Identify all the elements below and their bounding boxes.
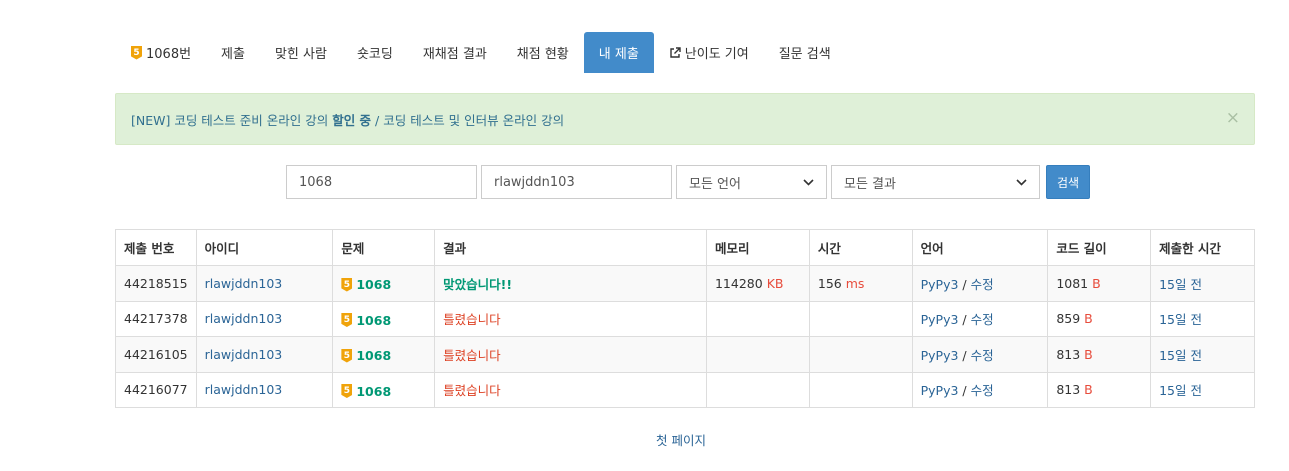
problem-number: 1068: [356, 312, 392, 328]
language-select[interactable]: 모든 언어: [676, 165, 827, 199]
header-problem: 문제: [332, 229, 436, 266]
submitted-time-link[interactable]: 15일 전: [1159, 277, 1202, 292]
table-row: 44216105 rlawjddn103 5 1068 틀렸습니다 PyPy3 / 수정…: [115, 336, 1255, 373]
header-user-id: 아이디: [195, 229, 334, 266]
user-link[interactable]: rlawjddn103: [205, 347, 283, 362]
alert-text-prefix: [NEW] 코딩 테스트 준비 온라인 강의: [131, 112, 333, 128]
language-link[interactable]: PyPy3: [921, 312, 959, 327]
tab-short-coding[interactable]: 숏코딩: [342, 32, 408, 73]
submitted-time-link[interactable]: 15일 전: [1159, 348, 1202, 363]
header-memory: 메모리: [705, 229, 810, 266]
code-length-unit: B: [1084, 382, 1093, 398]
header-language: 언어: [911, 229, 1049, 266]
header-submitted-time: 제출한 시간: [1150, 229, 1255, 266]
problem-number: 1068: [356, 383, 392, 399]
first-page-link[interactable]: 첫 페이지: [0, 430, 1289, 449]
submission-id: 44218515: [115, 265, 197, 302]
problem-id-input[interactable]: 1068: [286, 165, 477, 199]
code-length-unit: B: [1084, 311, 1093, 327]
tab-difficulty-contribution[interactable]: 난이도 기여: [654, 32, 764, 73]
tab-difficulty-label: 난이도 기여: [684, 47, 749, 62]
promo-alert: [NEW] 코딩 테스트 준비 온라인 강의 할인 중 / 코딩 테스트 및 인…: [115, 93, 1255, 145]
result-status: 틀렸습니다: [443, 347, 501, 363]
submission-id: 44216105: [115, 336, 197, 373]
search-button[interactable]: 검색: [1046, 165, 1090, 199]
header-result: 결과: [434, 229, 707, 266]
code-length-value: 1081: [1056, 275, 1089, 291]
tier-badge-icon: 5: [341, 384, 353, 398]
tab-rejudge-results[interactable]: 재채점 결과: [408, 32, 502, 73]
user-id-input[interactable]: rlawjddn103: [481, 165, 672, 199]
code-length-unit: B: [1092, 275, 1101, 291]
language-separator: /: [958, 276, 971, 292]
tab-judge-status[interactable]: 채점 현황: [502, 32, 584, 73]
chevron-down-icon: [1016, 178, 1027, 186]
memory-value: 114280: [714, 275, 763, 291]
time-value: 156: [817, 275, 842, 291]
tab-problem-label: 1068번: [146, 47, 192, 62]
tier-badge-icon: 5: [341, 348, 353, 363]
edit-link[interactable]: 수정: [971, 348, 994, 363]
problem-number: 1068: [356, 348, 392, 363]
tab-submit[interactable]: 제출: [206, 32, 260, 73]
tab-question-search[interactable]: 질문 검색: [764, 32, 846, 73]
result-status: 틀렸습니다: [443, 312, 501, 328]
submission-table: 제출 번호 아이디 문제 결과 메모리 시간 언어 코드 길이 제출한 시간 4…: [115, 229, 1255, 408]
problem-number: 1068: [356, 277, 392, 292]
memory-unit: KB: [766, 275, 784, 291]
tab-solved-users[interactable]: 맞힌 사람: [260, 32, 342, 73]
tier-badge-icon: 5: [131, 45, 142, 60]
table-row: 44218515 rlawjddn103 5 1068 맞았습니다!! 114280 KB…: [115, 265, 1255, 302]
submission-filter: 1068 rlawjddn103 모든 언어 모든 결과 검색: [286, 165, 1090, 199]
table-row: 44216077 rlawjddn103 5 1068 틀렸습니다 PyPy3 / 수정…: [115, 371, 1255, 408]
code-length-value: 813: [1056, 346, 1081, 362]
header-submission-id: 제출 번호: [115, 229, 197, 266]
alert-text-bold: 할인 중: [332, 112, 372, 128]
table-header-row: 제출 번호 아이디 문제 결과 메모리 시간 언어 코드 길이 제출한 시간: [115, 229, 1255, 266]
submitted-time-link[interactable]: 15일 전: [1159, 312, 1202, 327]
language-separator: /: [958, 347, 971, 363]
external-link-icon: [670, 46, 681, 58]
problem-link[interactable]: 5 1068: [341, 277, 391, 292]
edit-link[interactable]: 수정: [971, 277, 994, 292]
code-length-value: 813: [1056, 382, 1081, 398]
user-link[interactable]: rlawjddn103: [205, 276, 283, 291]
header-code-length: 코드 길이: [1047, 229, 1152, 266]
submission-id: 44216077: [115, 371, 197, 408]
edit-link[interactable]: 수정: [971, 383, 994, 398]
alert-text-suffix: / 코딩 테스트 및 인터뷰 온라인 강의: [371, 112, 565, 128]
time-unit: ms: [845, 275, 865, 291]
language-separator: /: [958, 383, 971, 399]
problem-link[interactable]: 5 1068: [341, 348, 391, 363]
table-row: 44217378 rlawjddn103 5 1068 틀렸습니다 PyPy3 / 수정…: [115, 300, 1255, 337]
tab-problem[interactable]: 5 1068번: [116, 32, 206, 73]
tier-badge-icon: 5: [341, 277, 353, 292]
chevron-down-icon: [803, 178, 814, 186]
header-time: 시간: [808, 229, 913, 266]
alert-link[interactable]: [NEW] 코딩 테스트 준비 온라인 강의 할인 중 / 코딩 테스트 및 인…: [131, 110, 564, 129]
language-select-value: 모든 언어: [689, 176, 741, 192]
close-icon[interactable]: ×: [1226, 108, 1240, 128]
language-link[interactable]: PyPy3: [921, 277, 959, 292]
submission-id: 44217378: [115, 300, 197, 337]
result-select[interactable]: 모든 결과: [831, 165, 1040, 199]
edit-link[interactable]: 수정: [971, 312, 994, 327]
language-link[interactable]: PyPy3: [921, 348, 959, 363]
language-link[interactable]: PyPy3: [921, 383, 959, 398]
user-link[interactable]: rlawjddn103: [205, 311, 283, 326]
tab-my-submissions[interactable]: 내 제출: [583, 32, 654, 73]
tier-badge-icon: 5: [341, 313, 353, 327]
problem-nav: 5 1068번 제출 맞힌 사람 숏코딩 재채점 결과 채점 현황 내 제출 난…: [116, 32, 846, 73]
problem-link[interactable]: 5 1068: [341, 313, 391, 328]
code-length-unit: B: [1084, 346, 1093, 362]
result-status: 틀렸습니다: [443, 383, 501, 399]
problem-link[interactable]: 5 1068: [341, 384, 391, 399]
result-select-value: 모든 결과: [844, 176, 896, 192]
code-length-value: 859: [1056, 311, 1081, 327]
submitted-time-link[interactable]: 15일 전: [1159, 383, 1202, 398]
language-separator: /: [958, 312, 971, 328]
user-link[interactable]: rlawjddn103: [205, 382, 283, 397]
result-status: 맞았습니다!!: [443, 276, 513, 292]
